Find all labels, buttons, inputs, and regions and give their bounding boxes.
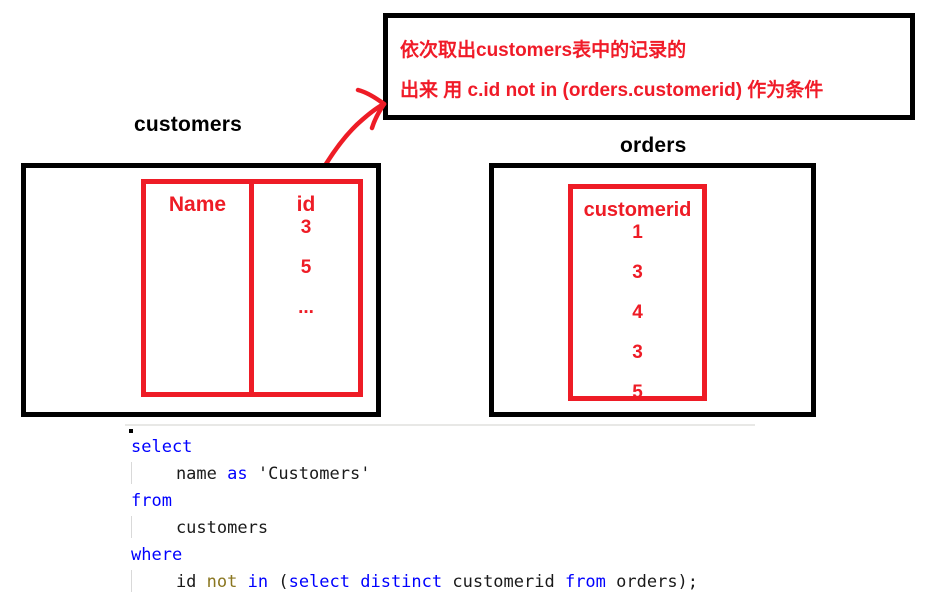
- code-token: name: [135, 464, 228, 484]
- code-token: in: [247, 572, 269, 592]
- code-line[interactable]: id not in (select distinct customerid fr…: [131, 569, 698, 596]
- indent-guide: [131, 462, 132, 484]
- customers-id-value: 5: [300, 257, 312, 278]
- customers-column-id-header: id: [296, 193, 316, 216]
- customers-table-frame: Name id 3 5 ...: [21, 163, 381, 417]
- orders-table-title: orders: [620, 134, 687, 157]
- orders-customerid-value: 3: [632, 342, 643, 363]
- annotation-callout-box: 依次取出customers表中的记录的 出来 用 c.id not in (or…: [383, 13, 915, 120]
- code-token: orders);: [605, 572, 699, 592]
- code-token: from: [131, 491, 172, 511]
- orders-customerid-value: 4: [632, 302, 643, 323]
- code-line[interactable]: select: [131, 434, 698, 461]
- code-token: (: [268, 572, 289, 592]
- orders-column-customerid-header: customerid: [583, 199, 692, 221]
- orders-column-customerid: customerid 1 3 4 3 5: [573, 189, 702, 403]
- customers-column-name: Name: [146, 184, 254, 392]
- code-token: as: [227, 464, 248, 484]
- code-token: from: [564, 572, 606, 592]
- code-marker-dot: [129, 429, 133, 433]
- customers-column-id: id 3 5 ...: [254, 184, 358, 392]
- customers-column-name-header: Name: [168, 193, 227, 216]
- code-line[interactable]: from: [131, 488, 698, 515]
- orders-customerid-value: 1: [632, 222, 643, 243]
- customers-highlighted-columns: Name id 3 5 ...: [141, 179, 363, 397]
- indent-guide: [131, 570, 132, 592]
- sql-code-editor[interactable]: select name as 'Customers' from customers…: [125, 424, 755, 596]
- code-token: not: [206, 572, 238, 592]
- orders-highlighted-column: customerid 1 3 4 3 5: [568, 184, 707, 403]
- customers-table-title: customers: [134, 113, 243, 136]
- code-line[interactable]: customers: [131, 515, 698, 542]
- code-line[interactable]: where: [131, 542, 698, 569]
- code-token: select: [131, 437, 193, 457]
- code-token: 'Customers': [247, 464, 371, 484]
- orders-customerid-value: 5: [632, 382, 643, 403]
- customers-id-value-ellipsis: ...: [298, 297, 314, 318]
- code-line[interactable]: name as 'Customers': [131, 461, 698, 488]
- annotation-line-1: 依次取出customers表中的记录的: [400, 40, 687, 61]
- code-token: customerid: [442, 572, 565, 592]
- sql-code-lines[interactable]: select name as 'Customers' from customers…: [131, 434, 698, 596]
- orders-customerid-value: 3: [632, 262, 643, 283]
- code-token: customers: [135, 518, 269, 538]
- annotation-line-2: 出来 用 c.id not in (orders.customerid) 作为条…: [400, 80, 824, 101]
- code-token: id: [135, 572, 207, 592]
- code-token: where: [131, 545, 183, 565]
- code-token: select distinct: [288, 572, 443, 592]
- orders-table-frame: customerid 1 3 4 3 5: [489, 163, 816, 417]
- customers-id-value: 3: [300, 217, 312, 238]
- indent-guide: [131, 516, 132, 538]
